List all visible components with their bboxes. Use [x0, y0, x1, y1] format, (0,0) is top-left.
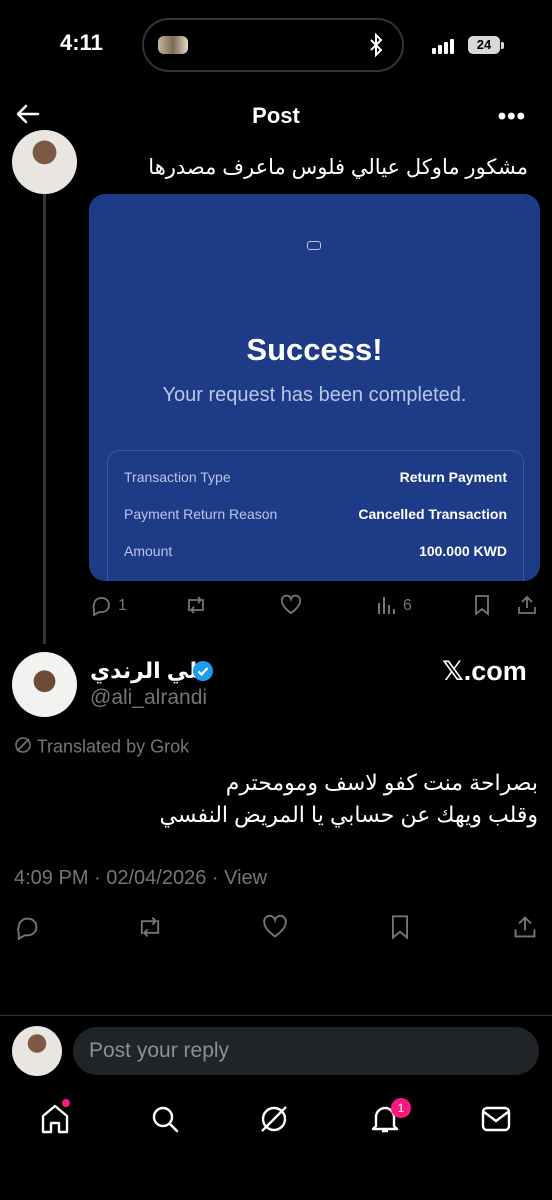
bluetooth-icon — [366, 32, 386, 62]
page-title: Post — [252, 103, 300, 128]
grok-icon — [14, 736, 32, 759]
card-icon — [307, 241, 321, 250]
home-unread-dot — [62, 1099, 70, 1107]
receipt-details: Transaction Type Return Payment Payment … — [107, 450, 524, 581]
messages-icon[interactable] — [481, 1106, 511, 1132]
more-options-icon[interactable]: ••• — [498, 103, 526, 131]
repost-icon[interactable] — [184, 594, 208, 616]
share-icon[interactable] — [512, 914, 538, 940]
like-icon[interactable] — [262, 914, 288, 940]
thread-line — [43, 194, 46, 644]
reply-input[interactable] — [73, 1027, 539, 1075]
parent-tweet-avatar[interactable] — [12, 130, 77, 194]
source-label: 𝕏.com — [442, 656, 527, 686]
reply-icon[interactable] — [14, 914, 40, 940]
repost-icon[interactable] — [136, 914, 164, 940]
receipt-title: Success! — [246, 332, 383, 367]
my-avatar[interactable] — [12, 1026, 62, 1076]
dynamic-island — [142, 18, 404, 72]
search-icon[interactable] — [150, 1104, 180, 1134]
divider — [0, 1015, 552, 1016]
home-icon[interactable] — [40, 1103, 70, 1135]
receipt-row-label: Transaction Type — [124, 469, 231, 485]
notifications-badge: 1 — [391, 1098, 411, 1118]
post-text-line: وقلب ويهك عن حسابي يا المريض النفسي — [159, 802, 538, 827]
views-count: 6 — [403, 597, 412, 614]
receipt-row-value: Return Payment — [399, 469, 507, 485]
battery-indicator: 24 — [468, 36, 500, 54]
post-text: بصراحة منت كفو لاسف وموم‍حترم وقلب ويهك … — [159, 767, 538, 831]
parent-tweet-text: مشكور ماوكل عيالي فلوس ماعرف مصدرها — [148, 156, 528, 179]
post-timestamp[interactable]: 4:09 PM · 02/04/2026 · View — [14, 867, 267, 890]
bookmark-icon[interactable] — [472, 594, 492, 616]
battery-tip — [501, 42, 504, 49]
reply-icon[interactable] — [90, 594, 112, 616]
receipt-row-label: Payment Return Reason — [124, 506, 278, 522]
views-icon[interactable] — [376, 594, 396, 616]
receipt-row-label: Amount — [124, 543, 173, 559]
share-icon[interactable] — [516, 594, 538, 616]
reply-count: 1 — [118, 597, 127, 614]
post-text-line: بصراحة منت كفو لاسف وموم‍حترم — [225, 770, 538, 795]
like-icon[interactable] — [280, 594, 302, 616]
translated-by-grok[interactable]: Translated by Grok — [14, 736, 189, 759]
author-avatar[interactable] — [12, 652, 77, 717]
status-time: 4:11 — [60, 30, 103, 55]
receipt-subtitle: Your request has been completed. — [162, 384, 467, 406]
grok-icon[interactable] — [258, 1103, 290, 1135]
author-handle[interactable]: @ali_alrandi — [90, 686, 207, 710]
verified-badge-icon — [192, 660, 214, 682]
cellular-signal-icon — [432, 36, 456, 54]
receipt-row-value: 100.000 KWD — [419, 543, 507, 559]
bookmark-icon[interactable] — [388, 914, 412, 940]
transaction-receipt-image[interactable]: Success! Your request has been completed… — [89, 194, 540, 581]
media-thumbnail — [158, 36, 188, 54]
receipt-row-value: Cancelled Transaction — [358, 506, 507, 522]
translated-label: Translated by Grok — [36, 736, 190, 757]
